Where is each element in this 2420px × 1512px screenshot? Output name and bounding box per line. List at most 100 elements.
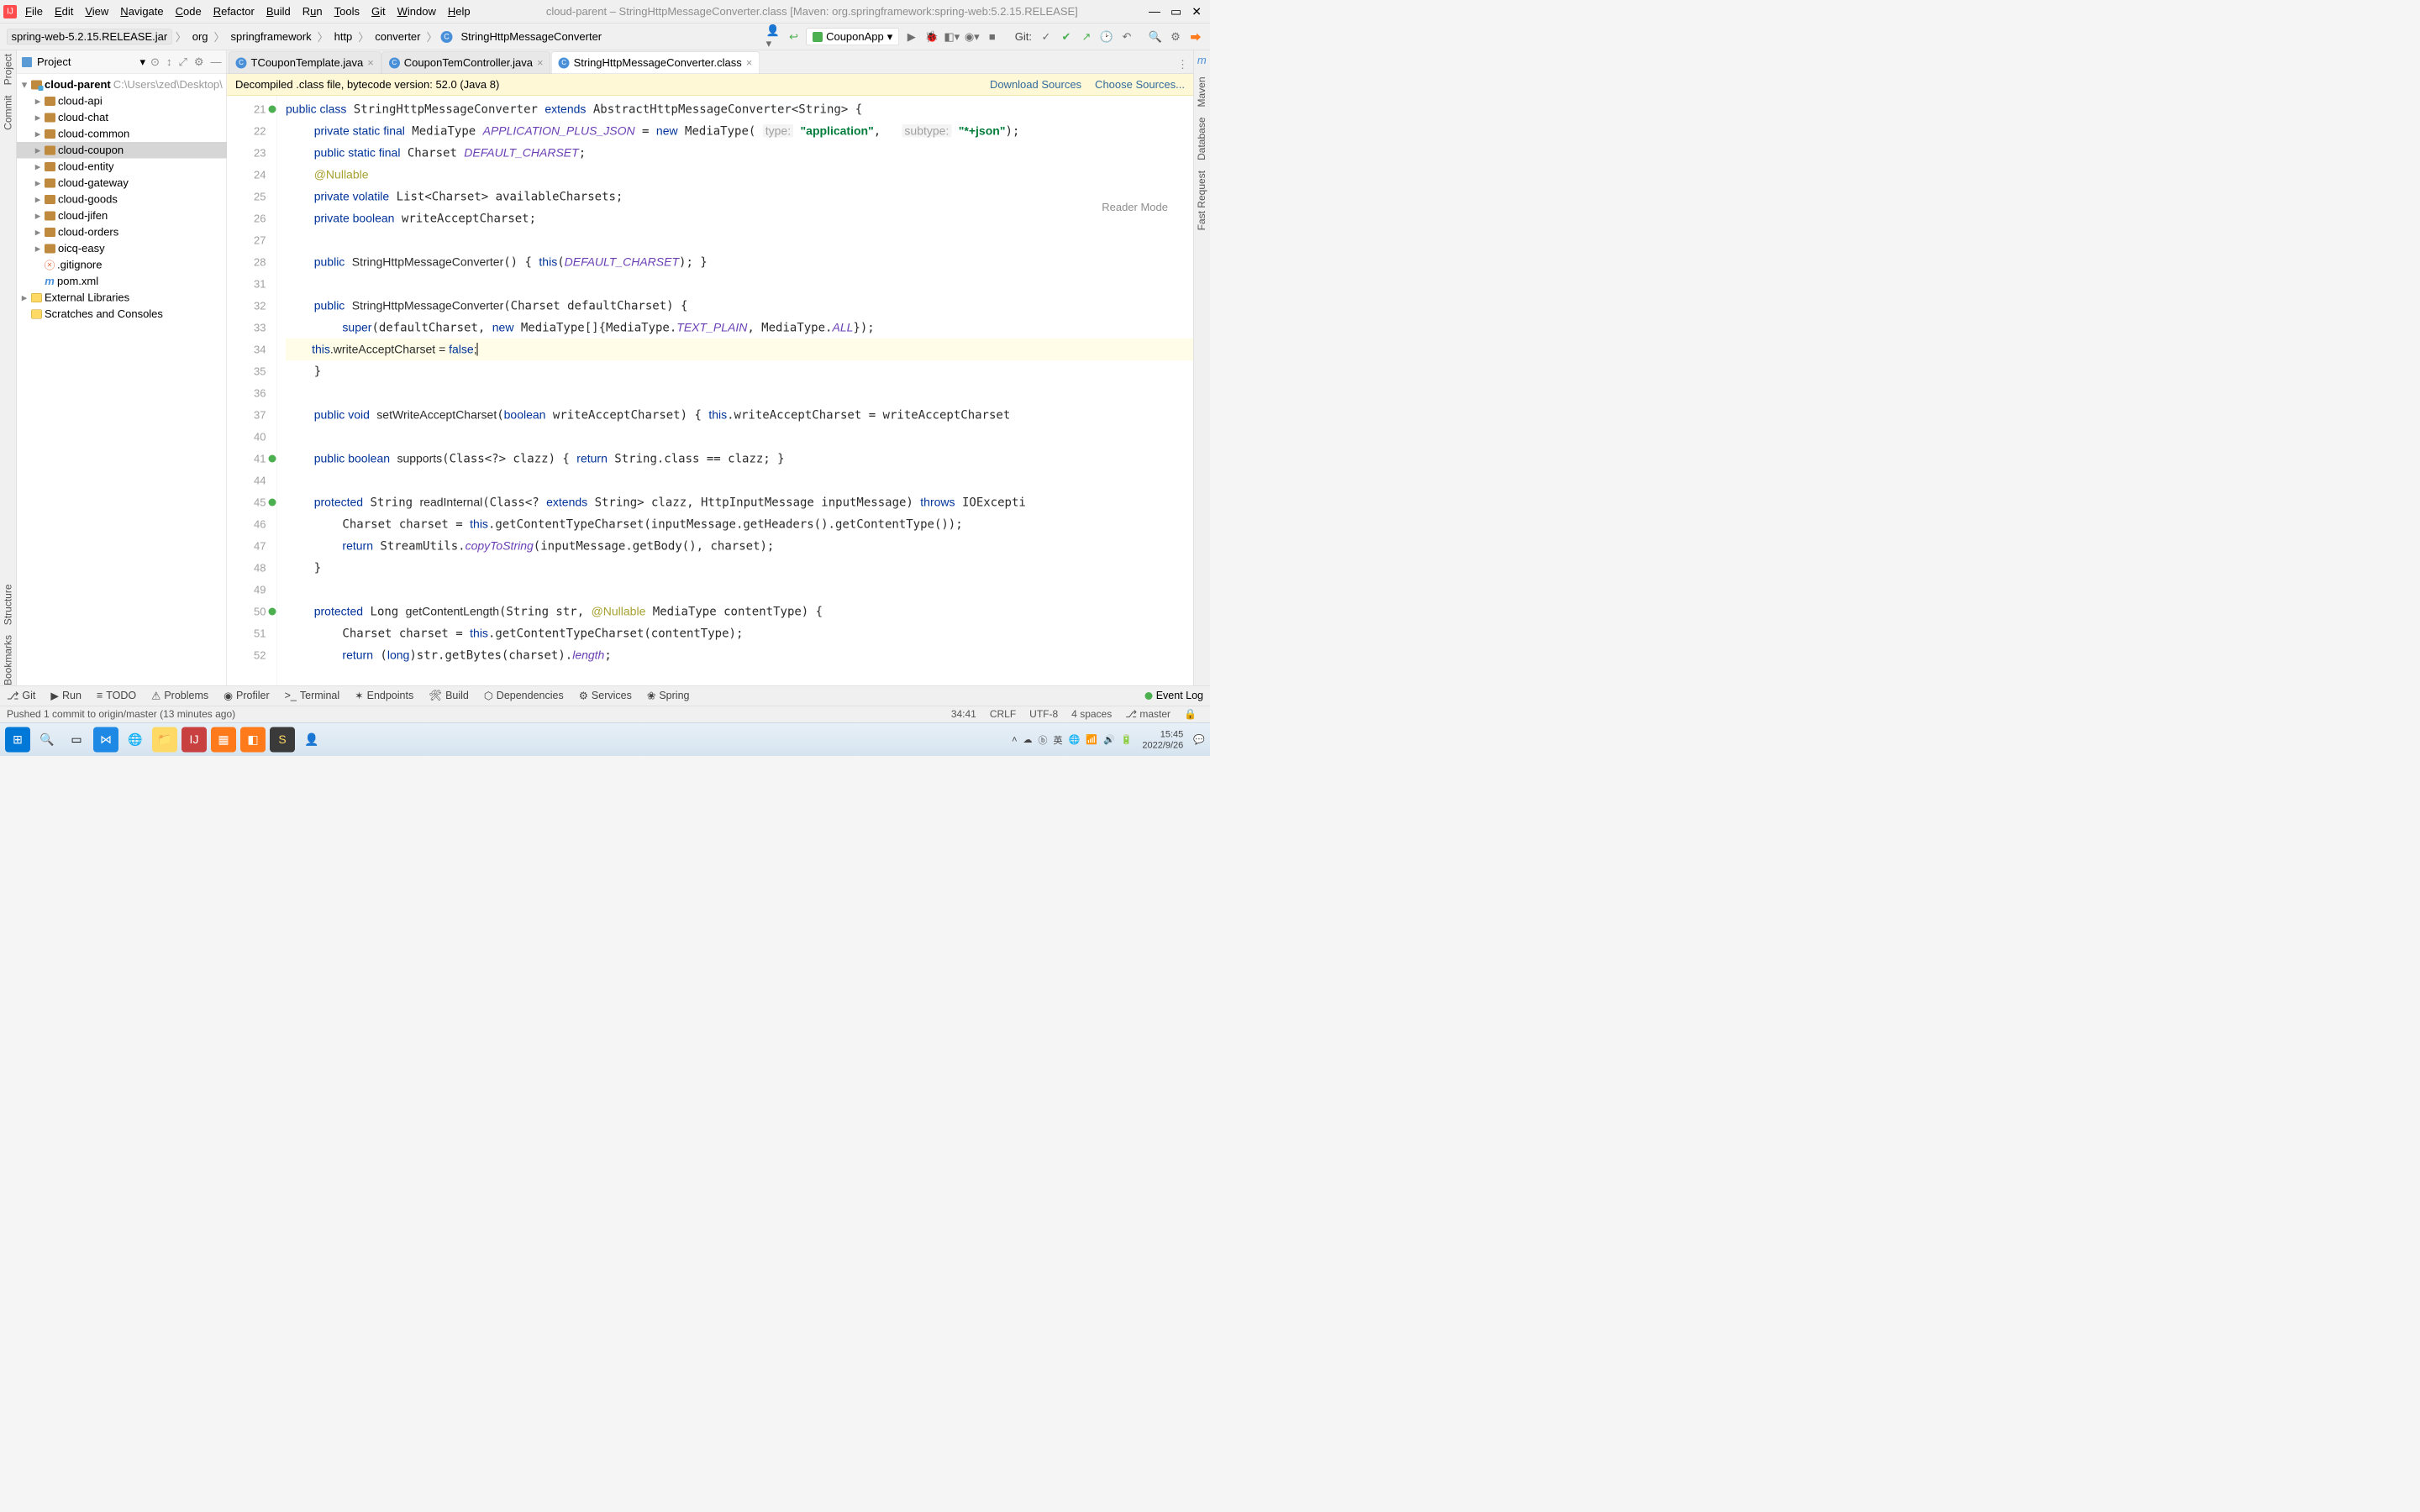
run-config-selector[interactable]: CouponApp ▾	[807, 29, 899, 46]
event-log-button[interactable]: Event Log	[1145, 690, 1203, 702]
breadcrumb-http[interactable]: http	[332, 29, 355, 45]
tool-dependencies[interactable]: ⬡Dependencies	[484, 690, 564, 702]
start-button[interactable]: ⊞	[5, 727, 30, 752]
lock-icon[interactable]: 🔒	[1177, 708, 1203, 721]
tree-node-scratches-and-consoles[interactable]: Scratches and Consoles	[17, 306, 227, 323]
menu-refactor[interactable]: Refactor	[208, 5, 260, 18]
tool-project[interactable]: Project	[3, 54, 14, 85]
tree-node-cloud-coupon[interactable]: ▸cloud-coupon	[17, 142, 227, 159]
tree-node-cloud-api[interactable]: ▸cloud-api	[17, 93, 227, 110]
sublime-button[interactable]: S	[270, 727, 295, 752]
run-button[interactable]: ▶	[904, 29, 919, 45]
back-icon[interactable]: ↩	[786, 29, 802, 45]
wifi-icon[interactable]: 📶	[1086, 734, 1097, 745]
project-settings-icon[interactable]: ⚙	[194, 55, 204, 69]
git-push-button[interactable]: ↗	[1079, 29, 1094, 45]
tool-bookmarks[interactable]: Bookmarks	[3, 635, 14, 685]
git-update-button[interactable]: ✓	[1039, 29, 1054, 45]
cursor-position[interactable]: 34:41	[944, 708, 983, 720]
menu-help[interactable]: Help	[443, 5, 476, 18]
debug-button[interactable]: 🐞	[924, 29, 939, 45]
tree-node-cloud-goods[interactable]: ▸cloud-goods	[17, 192, 227, 208]
collapse-all-icon[interactable]: ⤢	[178, 55, 187, 69]
volume-icon[interactable]: 🔊	[1103, 734, 1115, 745]
tree-node-cloud-gateway[interactable]: ▸cloud-gateway	[17, 175, 227, 192]
tree-node-external-libraries[interactable]: ▸External Libraries	[17, 290, 227, 307]
project-tree[interactable]: ▾cloud-parent C:\Users\zed\Desktop\▸clou…	[17, 74, 227, 685]
tab-tcoupontemplate[interactable]: CTCouponTemplate.java×	[229, 52, 381, 74]
menu-window[interactable]: Window	[392, 5, 441, 18]
menu-file[interactable]: File	[20, 5, 48, 18]
tool-todo[interactable]: ≡TODO	[97, 690, 136, 702]
tree-node-cloud-orders[interactable]: ▸cloud-orders	[17, 224, 227, 241]
choose-sources-link[interactable]: Choose Sources...	[1095, 78, 1185, 92]
tool-build[interactable]: 🛠Build	[429, 690, 469, 702]
git-rollback-button[interactable]: ↶	[1119, 29, 1134, 45]
menu-edit[interactable]: Edit	[50, 5, 78, 18]
breadcrumb-jar[interactable]: spring-web-5.2.15.RELEASE.jar	[7, 29, 172, 45]
tool-spring[interactable]: ❀Spring	[647, 690, 690, 702]
tab-stringhttpmessageconverter[interactable]: CStringHttpMessageConverter.class×	[551, 52, 760, 74]
maximize-button[interactable]: ▭	[1171, 5, 1181, 19]
search-everywhere-button[interactable]: 🔍	[1148, 29, 1163, 45]
git-commit-button[interactable]: ✔	[1059, 29, 1074, 45]
tool-profiler[interactable]: ◉Profiler	[224, 690, 270, 702]
minimize-button[interactable]: —	[1149, 5, 1160, 19]
app-button-2[interactable]: ◧	[240, 727, 266, 752]
app-button-1[interactable]: ▦	[211, 727, 236, 752]
menu-view[interactable]: View	[80, 5, 113, 18]
tool-fast-request[interactable]: Fast Request	[1196, 171, 1207, 230]
add-user-icon[interactable]: 👤▾	[766, 29, 781, 45]
tree-node-oicq-easy[interactable]: ▸oicq-easy	[17, 240, 227, 257]
tool-endpoints[interactable]: ✶Endpoints	[355, 690, 413, 702]
vscode-button[interactable]: ⋈	[93, 727, 118, 752]
expand-all-icon[interactable]: ↕	[166, 55, 172, 69]
close-icon[interactable]: ×	[537, 56, 544, 70]
fast-request-button[interactable]: ⮕	[1188, 29, 1203, 45]
notifications-icon[interactable]: 💬	[1193, 734, 1205, 745]
bluetooth-icon[interactable]: ⓑ	[1039, 732, 1048, 746]
breadcrumb-org[interactable]: org	[190, 29, 211, 45]
git-history-button[interactable]: 🕑	[1099, 29, 1114, 45]
clock[interactable]: 15:45 2022/9/26	[1138, 728, 1187, 750]
intellij-button[interactable]: IJ	[182, 727, 207, 752]
menu-git[interactable]: Git	[366, 5, 391, 18]
reader-mode-label[interactable]: Reader Mode	[1102, 201, 1168, 214]
battery-icon[interactable]: 🔋	[1121, 734, 1133, 745]
download-sources-link[interactable]: Download Sources	[990, 78, 1081, 92]
maven-icon[interactable]: m	[1197, 54, 1207, 67]
tray-expand-icon[interactable]: ˄	[1012, 734, 1017, 745]
tool-run[interactable]: ▶Run	[50, 690, 82, 702]
task-view-button[interactable]: ▭	[64, 727, 89, 752]
breadcrumb-class[interactable]: StringHttpMessageConverter	[459, 29, 605, 45]
tree-node-cloud-entity[interactable]: ▸cloud-entity	[17, 159, 227, 176]
tree-node-cloud-jifen[interactable]: ▸cloud-jifen	[17, 207, 227, 224]
code-editor[interactable]: 2122232425262728313233343536374041444546…	[227, 96, 1193, 685]
ime-indicator[interactable]: 🌐	[1069, 734, 1081, 745]
tab-config-icon[interactable]: ⋮	[1172, 55, 1193, 74]
avatar-button[interactable]: 👤	[299, 727, 324, 752]
menu-code[interactable]: Code	[171, 5, 207, 18]
close-button[interactable]: ✕	[1192, 5, 1202, 19]
tool-structure[interactable]: Structure	[3, 584, 14, 625]
explorer-button[interactable]: 📁	[152, 727, 177, 752]
tool-commit[interactable]: Commit	[3, 95, 14, 129]
tool-maven[interactable]: Maven	[1196, 77, 1207, 108]
hide-panel-icon[interactable]: —	[211, 55, 222, 69]
menu-navigate[interactable]: Navigate	[115, 5, 168, 18]
tree-node--gitignore[interactable]: ✕.gitignore	[17, 257, 227, 274]
file-encoding[interactable]: UTF-8	[1023, 708, 1065, 720]
search-button[interactable]: 🔍	[34, 727, 60, 752]
tool-services[interactable]: ⚙Services	[579, 690, 632, 702]
select-opened-file-icon[interactable]: ⊙	[150, 55, 160, 69]
chrome-button[interactable]: 🌐	[123, 727, 148, 752]
onedrive-icon[interactable]: ☁	[1023, 734, 1033, 745]
tree-node-pom-xml[interactable]: mpom.xml	[17, 273, 227, 290]
tree-node-cloud-parent[interactable]: ▾cloud-parent C:\Users\zed\Desktop\	[17, 76, 227, 93]
close-icon[interactable]: ×	[746, 56, 753, 70]
menu-run[interactable]: Run	[297, 5, 328, 18]
tool-problems[interactable]: ⚠Problems	[151, 690, 208, 702]
menu-tools[interactable]: Tools	[329, 5, 365, 18]
tool-terminal[interactable]: >_Terminal	[285, 690, 340, 702]
code-content[interactable]: public class StringHttpMessageConverter …	[277, 96, 1193, 685]
